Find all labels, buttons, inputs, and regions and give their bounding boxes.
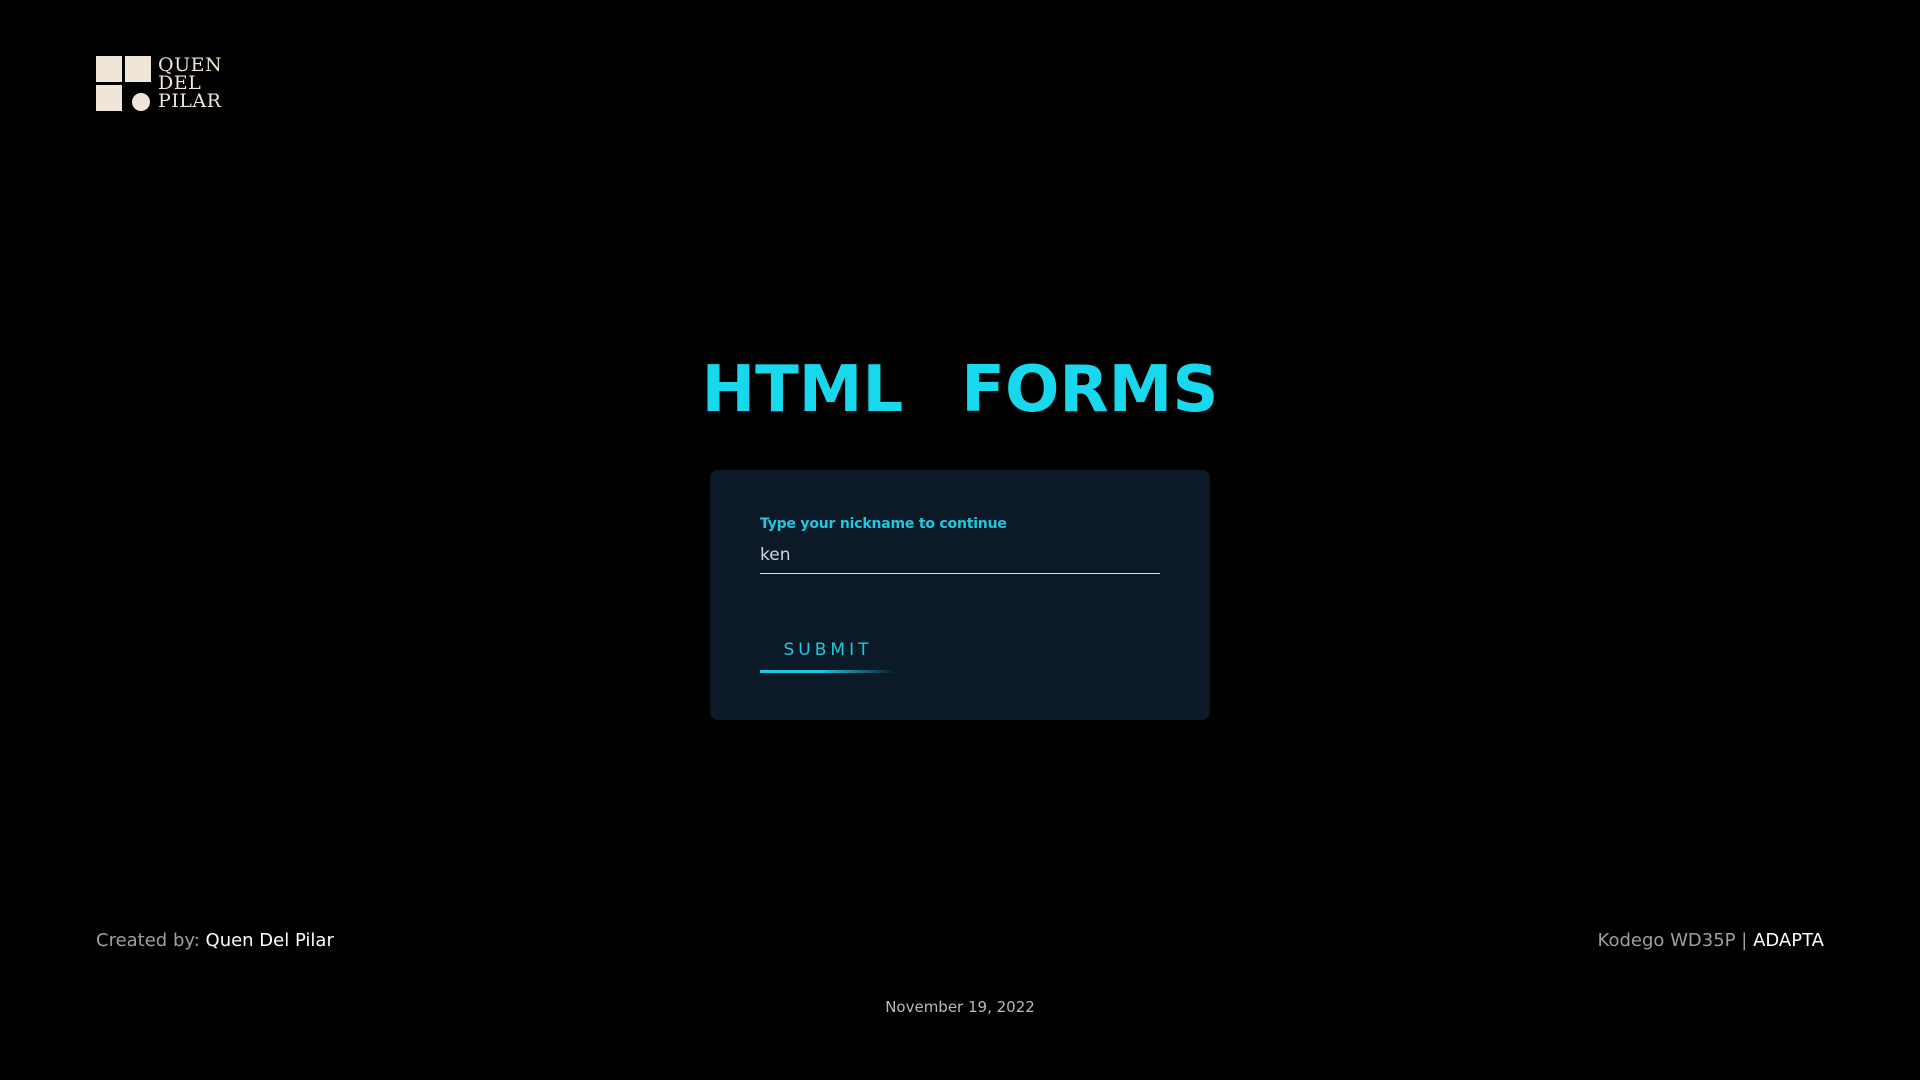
logo-circle [132, 93, 150, 111]
logo-square-top-left [96, 56, 122, 82]
footer-date: November 19, 2022 [885, 998, 1035, 1016]
logo-square-top-right [125, 56, 151, 82]
squares-and-circle-logo-icon [96, 56, 152, 112]
footer-course-label: Kodego WD35P | [1597, 930, 1748, 951]
submit-button[interactable]: SUBMIT [760, 630, 896, 670]
submit-button-underline [760, 670, 896, 673]
footer-course: Kodego WD35P | ADAPTA [1598, 930, 1824, 951]
logo-text-line3: PILAR [158, 90, 222, 112]
page-title-word-forms: FORMS [961, 353, 1219, 427]
nickname-form-card: Type your nickname to continue SUBMIT [710, 470, 1210, 720]
page-title: HTML FORMS [0, 350, 1920, 430]
nickname-label: Type your nickname to continue [760, 516, 1007, 532]
footer-credit: Created by: Quen Del Pilar [96, 930, 334, 951]
footer-brand: ADAPTA [1753, 930, 1824, 951]
nickname-input[interactable] [760, 536, 1160, 574]
page-title-word-html: HTML [701, 353, 904, 427]
page: QUEN DEL PILAR HTML FORMS Type your nickn… [0, 0, 1920, 1080]
logo-square-bottom-left [96, 85, 122, 111]
logo: QUEN DEL PILAR [96, 56, 222, 112]
footer-credit-prefix: Created by: [96, 930, 200, 951]
logo-text: QUEN DEL PILAR [158, 56, 222, 112]
footer-credit-name: Quen Del Pilar [205, 930, 334, 951]
